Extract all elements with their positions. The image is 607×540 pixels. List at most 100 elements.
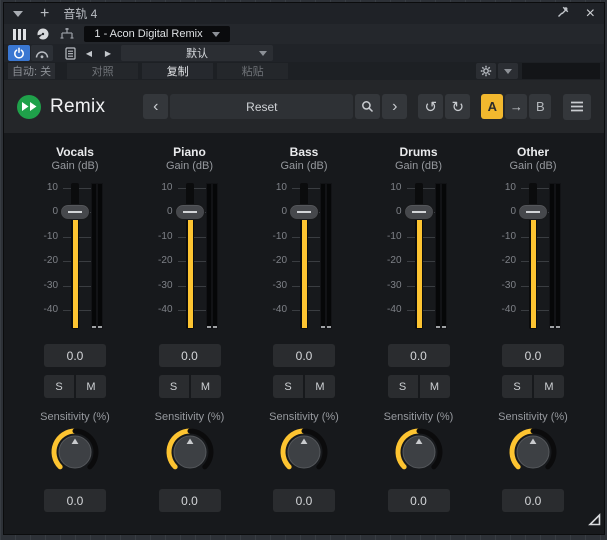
gain-label: Gain (dB) (509, 160, 556, 172)
tick-label: -40 (481, 304, 516, 316)
gain-slider[interactable]: 10 0 -10 -20 -30 -40 (252, 181, 356, 331)
next-preset-button[interactable]: › (382, 94, 407, 119)
previous-preset-button[interactable]: ‹ (143, 94, 168, 119)
remix-logo-icon (17, 95, 41, 119)
add-button[interactable]: + (40, 6, 49, 22)
solo-button[interactable]: S (388, 375, 418, 398)
gain-slider[interactable]: 10 0 -10 -20 -30 -40 (138, 181, 242, 331)
solo-button[interactable]: S (273, 375, 303, 398)
preset-name[interactable]: Reset (170, 94, 353, 119)
sensitivity-knob[interactable] (164, 426, 216, 483)
chevron-down-icon (212, 32, 220, 37)
close-icon[interactable]: × (586, 7, 595, 21)
undo-icon[interactable]: ↺ (418, 94, 443, 119)
preset-dropdown-label: 默认 (186, 45, 208, 61)
channel-strip: Piano Gain (dB) 10 0 -10 -20 -30 -40 0.0… (138, 133, 242, 534)
gain-value-field[interactable]: 0.0 (273, 344, 335, 367)
automation-mode-button[interactable]: 自动: 关 (8, 63, 55, 79)
sensitivity-knob[interactable] (49, 426, 101, 483)
channel-name: Other (517, 145, 549, 159)
gain-slider[interactable]: 10 0 -10 -20 -30 -40 (23, 181, 127, 331)
gain-slider[interactable]: 10 0 -10 -20 -30 -40 (367, 181, 471, 331)
mute-button[interactable]: M (534, 375, 564, 398)
mute-button[interactable]: M (420, 375, 450, 398)
slider-handle[interactable] (175, 204, 205, 220)
track-title: 音轨 4 (63, 5, 97, 22)
sensitivity-value-field[interactable]: 0.0 (44, 489, 106, 512)
tick-label: -40 (367, 304, 402, 316)
tick-label: -30 (481, 280, 516, 292)
routing-icon[interactable] (56, 26, 78, 42)
tick-label: 10 (23, 182, 58, 194)
ab-compare-a-button[interactable]: A (481, 94, 503, 119)
gain-label: Gain (dB) (395, 160, 442, 172)
copy-tab[interactable]: 复制 (142, 63, 213, 79)
mute-button[interactable]: M (76, 375, 106, 398)
plugin-body: Vocals Gain (dB) 10 0 -10 -20 -30 -40 0.… (4, 133, 604, 534)
solo-mute-group: S M (159, 375, 221, 398)
mute-button[interactable]: M (191, 375, 221, 398)
menu-icon[interactable] (563, 94, 591, 120)
tick-label: -20 (252, 255, 287, 267)
gear-dropdown-button[interactable] (498, 63, 518, 79)
slider-handle[interactable] (404, 204, 434, 220)
tick-label: 10 (367, 182, 402, 194)
search-icon[interactable] (355, 94, 380, 119)
solo-button[interactable]: S (44, 375, 74, 398)
tick-label: -10 (252, 231, 287, 243)
plugin-selector[interactable]: 1 - Acon Digital Remix (84, 26, 230, 42)
redo-icon[interactable]: ↻ (445, 94, 470, 119)
tick-label: 0 (367, 206, 402, 218)
tick-label: -40 (252, 304, 287, 316)
tick-label: -30 (23, 280, 58, 292)
sensitivity-label: Sensitivity (%) (155, 411, 225, 423)
level-meter (91, 183, 103, 329)
knob-view-icon[interactable] (32, 26, 54, 42)
solo-button[interactable]: S (502, 375, 532, 398)
sensitivity-knob[interactable] (278, 426, 330, 483)
slider-handle[interactable] (60, 204, 90, 220)
slider-handle[interactable] (289, 204, 319, 220)
ab-compare-b-button[interactable]: B (529, 94, 551, 119)
bypass-power-button[interactable] (8, 45, 30, 61)
next-preset-icon[interactable]: ▶ (99, 45, 117, 61)
pin-icon[interactable] (557, 5, 570, 23)
mute-button[interactable]: M (305, 375, 335, 398)
solo-mute-group: S M (273, 375, 335, 398)
resize-handle[interactable] (588, 513, 601, 531)
preset-dropdown[interactable]: 默认 (121, 45, 273, 61)
sensitivity-knob[interactable] (507, 426, 559, 483)
automation-icon[interactable] (31, 45, 53, 61)
paste-tab[interactable]: 粘贴 (217, 63, 288, 79)
gain-label: Gain (dB) (280, 160, 327, 172)
gain-value-field[interactable]: 0.0 (44, 344, 106, 367)
tick-label: -20 (23, 255, 58, 267)
tick-label: -10 (138, 231, 173, 243)
sensitivity-value-field[interactable]: 0.0 (273, 489, 335, 512)
tick-label: -10 (367, 231, 402, 243)
tick-label: 0 (138, 206, 173, 218)
gain-value-field[interactable]: 0.0 (502, 344, 564, 367)
slider-handle[interactable] (518, 204, 548, 220)
tick-label: 10 (138, 182, 173, 194)
ab-copy-arrow-button[interactable]: → (505, 94, 527, 119)
gear-icon[interactable] (476, 63, 496, 79)
solo-button[interactable]: S (159, 375, 189, 398)
sensitivity-value-field[interactable]: 0.0 (502, 489, 564, 512)
previous-preset-icon[interactable]: ◀ (80, 45, 98, 61)
mixer-channels-icon[interactable] (8, 26, 30, 42)
sensitivity-label: Sensitivity (%) (269, 411, 339, 423)
channel-strip: Vocals Gain (dB) 10 0 -10 -20 -30 -40 0.… (23, 133, 127, 534)
preset-list-icon[interactable] (61, 45, 79, 61)
sensitivity-knob[interactable] (393, 426, 445, 483)
gain-value-field[interactable]: 0.0 (159, 344, 221, 367)
gain-value-field[interactable]: 0.0 (388, 344, 450, 367)
tick-label: -20 (367, 255, 402, 267)
sensitivity-value-field[interactable]: 0.0 (388, 489, 450, 512)
sensitivity-value-field[interactable]: 0.0 (159, 489, 221, 512)
compare-tab[interactable]: 对照 (67, 63, 138, 79)
tick-label: -30 (252, 280, 287, 292)
gain-slider[interactable]: 10 0 -10 -20 -30 -40 (481, 181, 585, 331)
plugin-window: + 音轨 4 × 1 - Acon Digital Remix (4, 3, 604, 534)
chevron-down-icon[interactable] (13, 11, 23, 17)
